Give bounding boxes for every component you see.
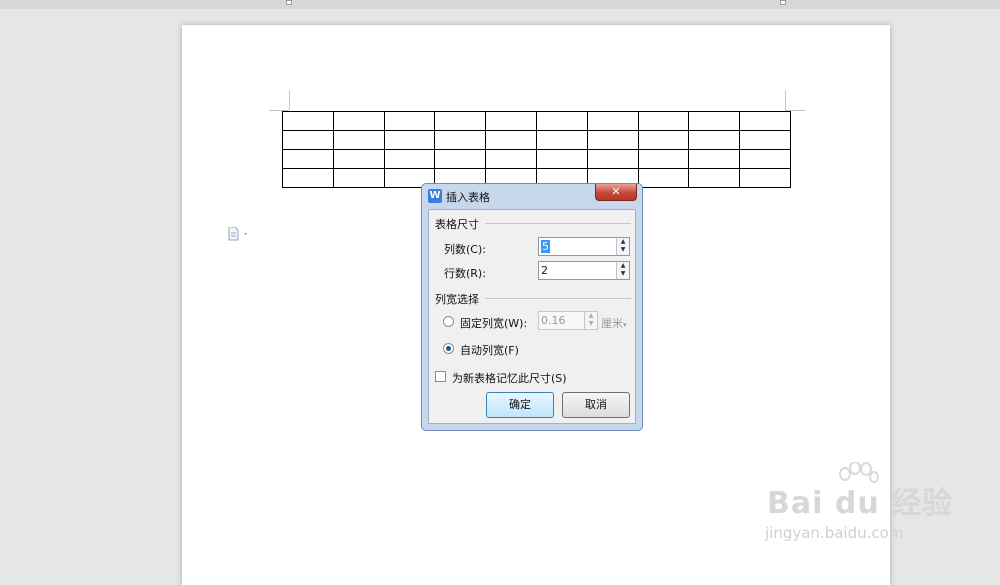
table-cell[interactable] xyxy=(637,149,690,169)
cancel-button[interactable]: 取消 xyxy=(562,392,630,418)
margin-corner-mark xyxy=(289,90,290,110)
baidu-jingyan-watermark: Bai du 经验 jingyan.baidu.com xyxy=(755,462,955,552)
spin-up-icon[interactable]: ▲ xyxy=(617,238,629,246)
spin-up-icon[interactable]: ▲ xyxy=(617,262,629,270)
table-cell[interactable] xyxy=(332,168,385,188)
table-cell[interactable] xyxy=(688,130,741,150)
table-cell[interactable] xyxy=(637,111,690,131)
dialog-title: 插入表格 xyxy=(446,191,490,204)
table-cell[interactable] xyxy=(434,111,487,131)
columns-value: 5 xyxy=(541,240,550,253)
table-cell[interactable] xyxy=(383,149,436,169)
document-icon[interactable] xyxy=(228,227,250,241)
table-cell[interactable] xyxy=(688,168,741,188)
table-row[interactable] xyxy=(282,111,791,131)
table-cell[interactable] xyxy=(383,130,436,150)
rows-label: 行数(R): xyxy=(444,267,486,280)
margin-corner-mark xyxy=(785,90,786,110)
spin-down-icon[interactable]: ▼ xyxy=(617,246,629,254)
rows-spinbox[interactable]: 2 ▲ ▼ xyxy=(538,261,630,280)
remember-size-label: 为新表格记忆此尺寸(S) xyxy=(452,372,567,385)
table-cell[interactable] xyxy=(535,111,588,131)
table-cell[interactable] xyxy=(332,111,385,131)
table-cell[interactable] xyxy=(637,168,690,188)
table-cell[interactable] xyxy=(535,149,588,169)
fixed-width-label: 固定列宽(W): xyxy=(460,317,528,330)
chevron-down-icon: ▾ xyxy=(623,321,627,329)
columns-label: 列数(C): xyxy=(444,243,486,256)
fixed-width-value: 0.16 xyxy=(541,314,566,327)
table-cell[interactable] xyxy=(637,130,690,150)
table-size-group-title: 表格尺寸 xyxy=(435,218,479,231)
table-cell[interactable] xyxy=(739,111,791,131)
table-cell[interactable] xyxy=(332,130,385,150)
table-cell[interactable] xyxy=(485,149,537,169)
spin-up-icon: ▲ xyxy=(588,312,594,319)
ruler-indent-marker[interactable] xyxy=(286,0,292,5)
dialog-body: 表格尺寸 列数(C): 5 ▲ ▼ 行数(R): 2 ▲ ▼ 列宽选择 固定列宽(W… xyxy=(428,209,636,424)
column-width-group-title: 列宽选择 xyxy=(435,293,479,306)
remember-size-checkbox[interactable] xyxy=(435,371,446,382)
watermark-logo: Bai du 经验 xyxy=(767,486,954,521)
table-cell[interactable] xyxy=(282,149,334,169)
table-cell[interactable] xyxy=(434,149,487,169)
wps-writer-icon: W xyxy=(428,189,442,203)
fixed-width-spinbox: 0.16 ▲ ▼ xyxy=(538,311,598,330)
rows-value: 2 xyxy=(541,264,548,277)
watermark-url: jingyan.baidu.com xyxy=(765,524,904,542)
table-cell[interactable] xyxy=(282,130,334,150)
table-cell[interactable] xyxy=(434,130,487,150)
unit-label: 厘米 xyxy=(601,317,623,330)
document-table[interactable] xyxy=(282,111,791,188)
spin-down-icon: ▼ xyxy=(588,320,594,327)
fixed-width-radio[interactable] xyxy=(443,316,454,327)
table-cell[interactable] xyxy=(688,111,741,131)
table-cell[interactable] xyxy=(688,149,741,169)
table-cell[interactable] xyxy=(332,149,385,169)
table-cell[interactable] xyxy=(586,149,639,169)
table-row[interactable] xyxy=(282,130,791,150)
columns-spinbox[interactable]: 5 ▲ ▼ xyxy=(538,237,630,256)
table-cell[interactable] xyxy=(739,149,791,169)
ok-button[interactable]: 确定 xyxy=(486,392,554,418)
table-row[interactable] xyxy=(282,149,791,169)
ruler-margin-marker[interactable] xyxy=(780,0,786,5)
close-button[interactable]: ✕ xyxy=(595,184,637,201)
table-cell[interactable] xyxy=(485,111,537,131)
table-cell[interactable] xyxy=(485,130,537,150)
ruler-bar xyxy=(0,0,1000,9)
table-cell[interactable] xyxy=(383,111,436,131)
table-cell[interactable] xyxy=(739,130,791,150)
auto-width-label: 自动列宽(F) xyxy=(460,344,519,357)
table-cell[interactable] xyxy=(586,130,639,150)
x-icon: ✕ xyxy=(611,185,621,198)
auto-width-radio[interactable] xyxy=(443,343,454,354)
group-divider xyxy=(485,298,631,299)
insert-table-dialog: W 插入表格 ✕ 表格尺寸 列数(C): 5 ▲ ▼ 行数(R): 2 ▲ ▼ 列宽… xyxy=(421,183,643,431)
table-cell[interactable] xyxy=(739,168,791,188)
table-cell[interactable] xyxy=(535,130,588,150)
table-cell[interactable] xyxy=(586,111,639,131)
unit-select: 厘米▾ xyxy=(601,315,627,331)
spin-down-icon[interactable]: ▼ xyxy=(617,270,629,278)
table-cell[interactable] xyxy=(282,168,334,188)
group-divider xyxy=(485,223,631,224)
table-cell[interactable] xyxy=(282,111,334,131)
